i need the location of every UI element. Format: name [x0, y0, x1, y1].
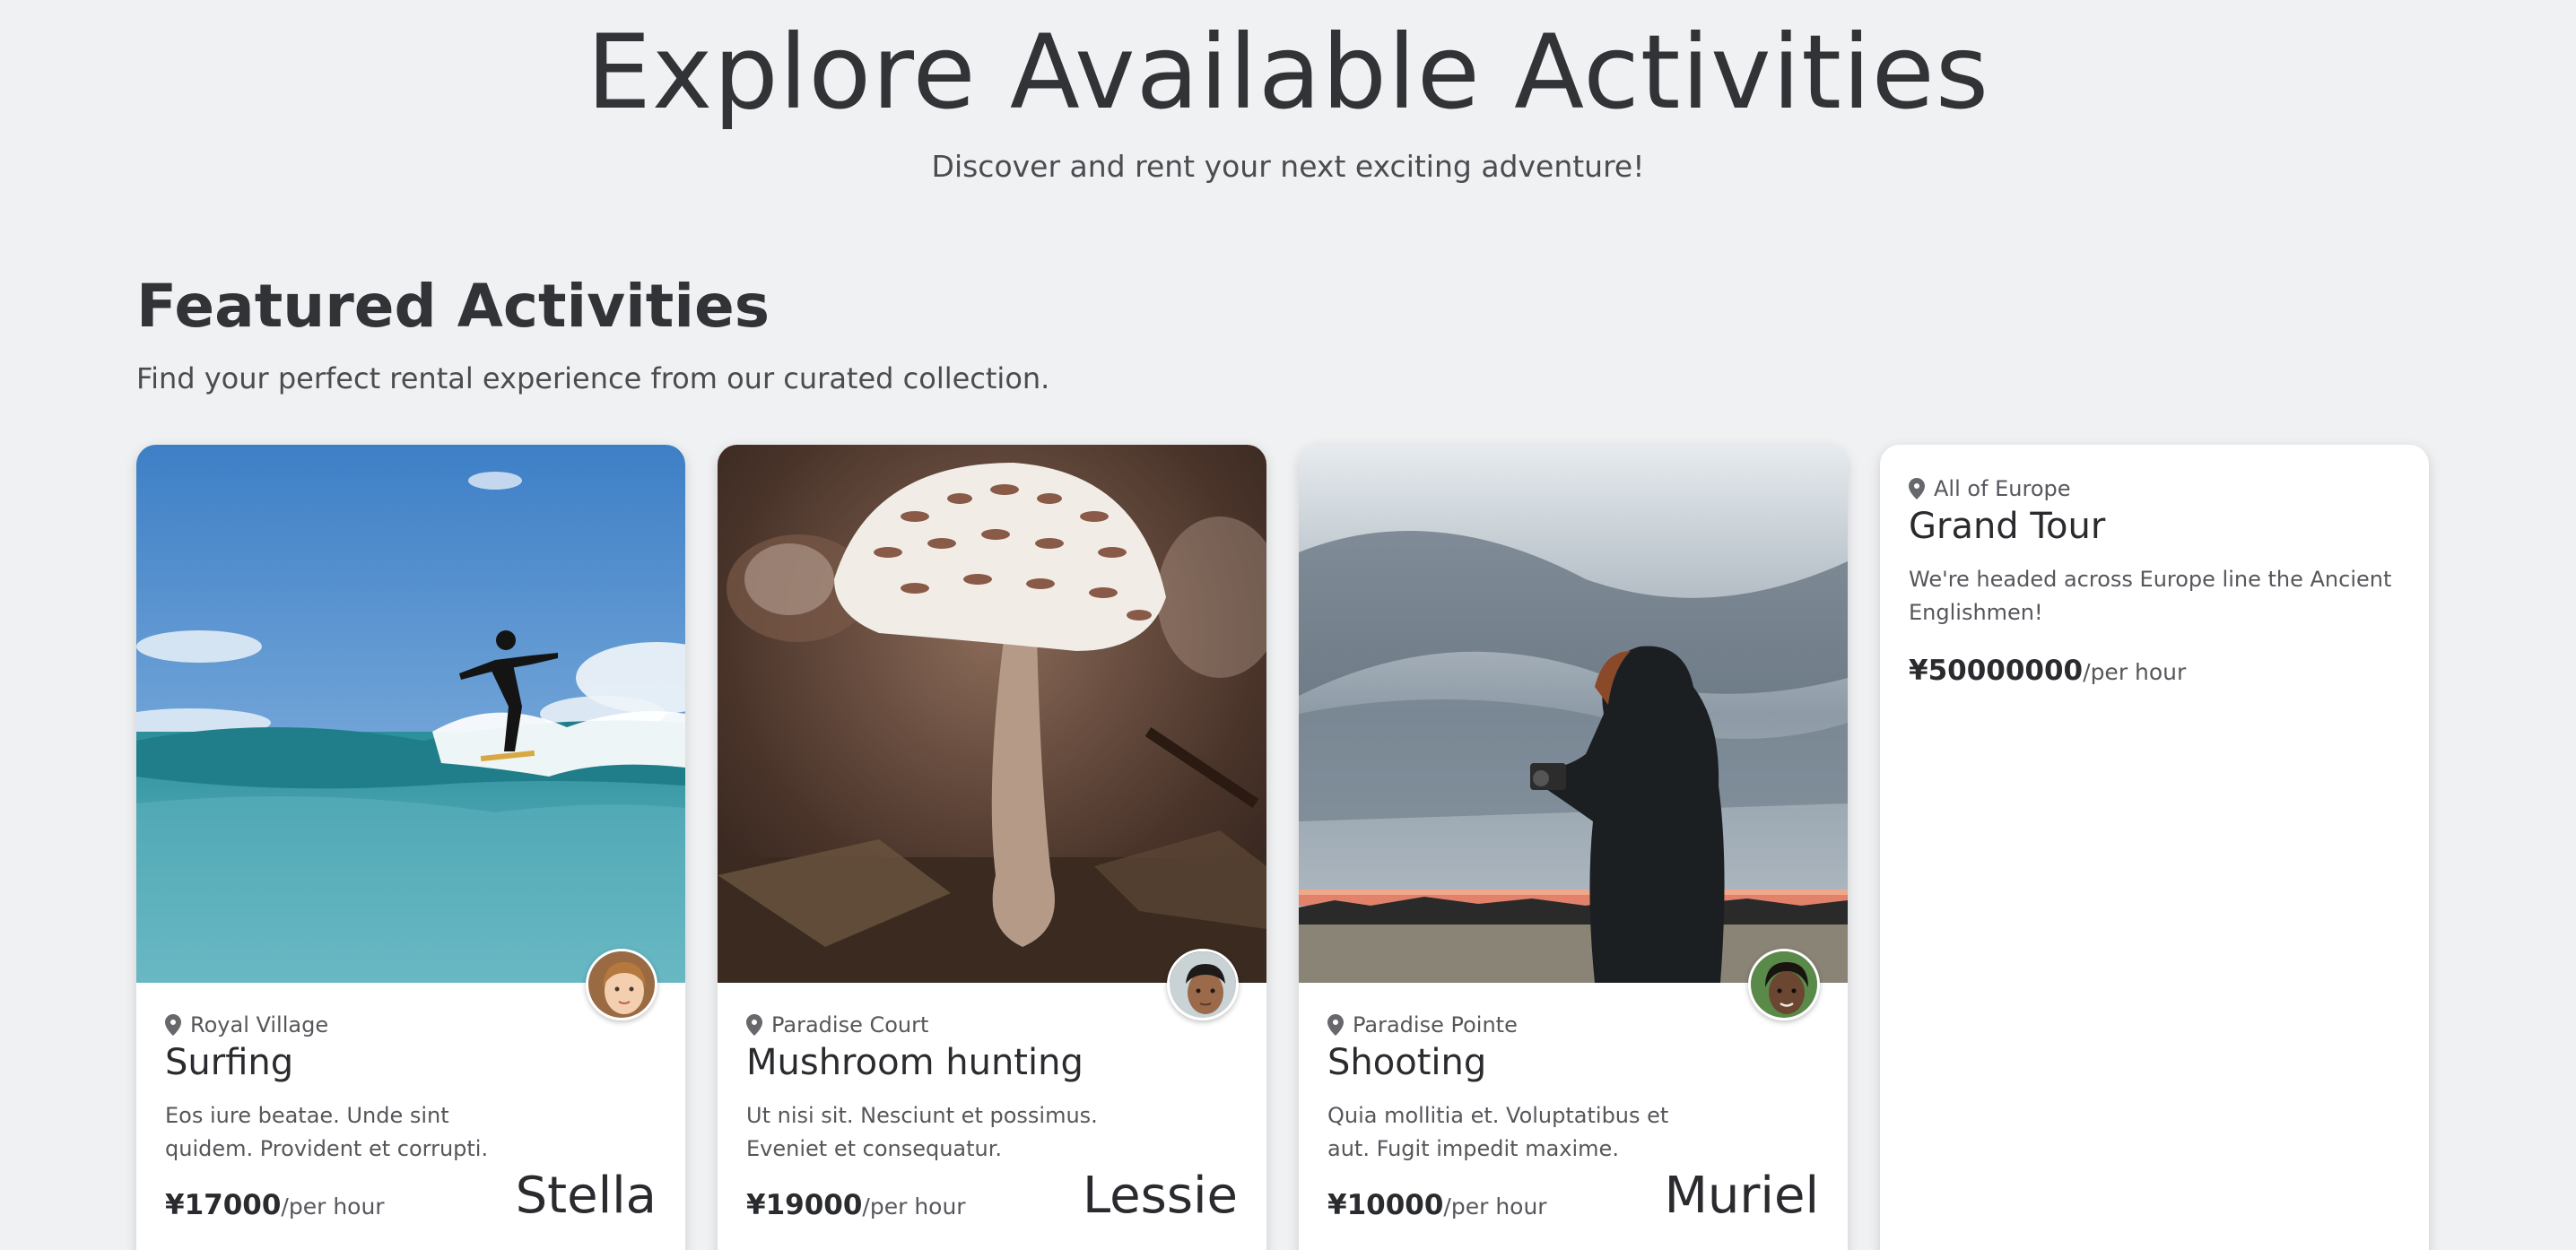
price-unit: /per hour: [2083, 659, 2187, 685]
host-name: Lessie: [1082, 1167, 1238, 1225]
price: ¥10000/per hour: [1327, 1187, 1547, 1225]
page-title: Explore Available Activities: [586, 13, 1990, 132]
activity-name[interactable]: Mushroom hunting: [746, 1040, 1083, 1085]
location: Royal Village: [165, 1011, 328, 1038]
section-subtitle: Find your perfect rental experience from…: [136, 361, 1050, 395]
activity-name[interactable]: Shooting: [1327, 1040, 1486, 1085]
activity-description: Ut nisi sit. Nesciunt et possimus. Eveni…: [746, 1103, 1098, 1161]
map-pin-icon: [1327, 1014, 1344, 1036]
map-pin-icon: [165, 1014, 181, 1036]
page-subtitle: Discover and rent your next exciting adv…: [931, 149, 1645, 184]
price-value: ¥50000000: [1909, 655, 2084, 687]
activity-description: Quia mollitia et. Voluptatibus et aut. F…: [1327, 1103, 1669, 1161]
avatar[interactable]: [1748, 949, 1820, 1020]
activity-card-grand-tour[interactable]: All of Europe Grand Tour We're headed ac…: [1880, 445, 2429, 1250]
section-title: Featured Activities: [136, 272, 770, 341]
activity-card-surfing[interactable]: Royal Village Surfing Eos iure beatae. U…: [136, 445, 685, 1250]
avatar[interactable]: [1167, 949, 1239, 1020]
price: ¥17000/per hour: [165, 1187, 385, 1225]
avatar[interactable]: [586, 949, 657, 1020]
map-pin-icon: [1909, 478, 1925, 499]
price-unit: /per hour: [281, 1194, 385, 1220]
activity-name[interactable]: Surfing: [165, 1040, 293, 1085]
mushroom-photo: [718, 445, 1266, 983]
location-label: All of Europe: [1934, 476, 2071, 501]
location: Paradise Pointe: [1327, 1011, 1518, 1038]
activity-description: Eos iure beatae. Unde sint quidem. Provi…: [165, 1103, 489, 1161]
activity-card-shooting[interactable]: Paradise Pointe Shooting Quia mollitia e…: [1299, 445, 1848, 1250]
activity-name[interactable]: Grand Tour: [1909, 504, 2105, 549]
activity-description: We're headed across Europe line the Anci…: [1909, 567, 2392, 625]
price-unit: /per hour: [862, 1194, 966, 1220]
surfer-on-wave-photo: [136, 445, 685, 983]
photographer-at-sunset-photo: [1299, 445, 1848, 983]
location: All of Europe: [1909, 475, 2071, 502]
price-value: ¥10000: [1327, 1189, 1444, 1221]
price-value: ¥19000: [746, 1189, 863, 1221]
location-label: Royal Village: [190, 1012, 329, 1037]
map-pin-icon: [746, 1014, 762, 1036]
location: Paradise Court: [746, 1011, 928, 1038]
host-name: Stella: [515, 1167, 657, 1225]
host-name: Muriel: [1664, 1167, 1819, 1225]
price-value: ¥17000: [165, 1189, 282, 1221]
price: ¥50000000/per hour: [1909, 653, 2186, 690]
price: ¥19000/per hour: [746, 1187, 966, 1225]
activity-card-mushroom-hunting[interactable]: Paradise Court Mushroom hunting Ut nisi …: [718, 445, 1266, 1250]
location-label: Paradise Pointe: [1353, 1012, 1518, 1037]
price-unit: /per hour: [1443, 1194, 1547, 1220]
location-label: Paradise Court: [771, 1012, 929, 1037]
